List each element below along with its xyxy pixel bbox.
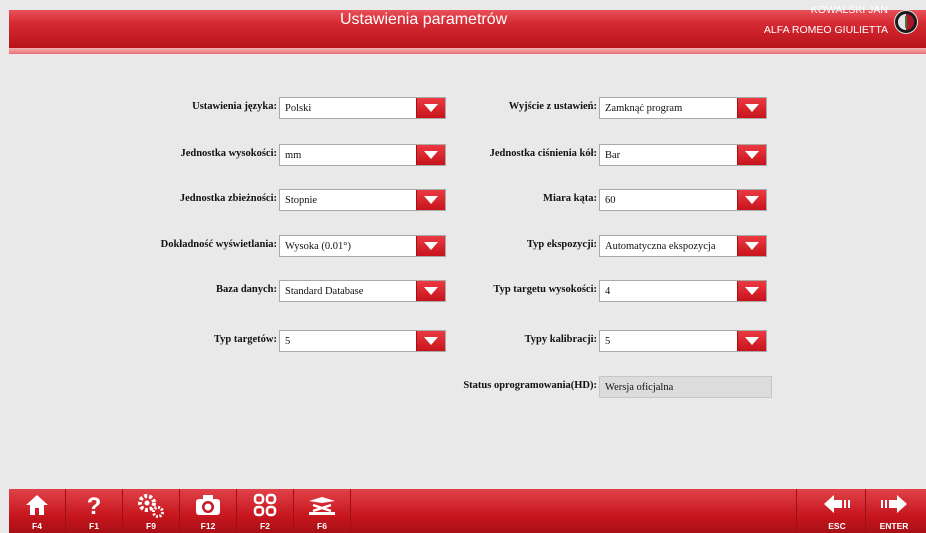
back-arrow-icon [809, 493, 865, 522]
setting-label: Miara kąta: [543, 193, 597, 204]
setting-label: Jednostka ciśnienia kół: [489, 148, 597, 159]
chevron-down-icon[interactable] [737, 98, 766, 118]
select-value: 60 [605, 195, 616, 206]
setting-label: Jednostka wysokości: [180, 148, 277, 159]
chevron-down-icon[interactable] [737, 281, 766, 301]
setting-label: Baza danych: [216, 284, 277, 295]
home-button[interactable]: F4 [9, 489, 66, 533]
pressure-unit-select[interactable]: Bar [599, 144, 767, 166]
setting-label: Typy kalibracji: [524, 334, 597, 345]
grid-button[interactable]: F2 [237, 489, 294, 533]
function-key-bar: F4 ? F1 F9 F12 F2 F6 ESC ENTER [9, 489, 926, 533]
setting-label: Typ ekspozycji: [526, 239, 597, 250]
lift-icon [294, 493, 350, 524]
status-label: Status oprogramowania(HD): [463, 380, 597, 391]
camera-button[interactable]: F12 [180, 489, 237, 533]
exit-select[interactable]: Zamknąć program [599, 97, 767, 119]
select-value: Polski [285, 103, 312, 114]
chevron-down-icon[interactable] [737, 331, 766, 351]
help-button[interactable]: ? F1 [66, 489, 123, 533]
setting-label: Typ targetów: [213, 334, 277, 345]
select-value: Wysoka (0.01°) [285, 241, 351, 252]
grid-icon [237, 493, 293, 524]
key-label: F6 [317, 521, 327, 531]
setting-row-language: Ustawienia języka: [9, 97, 277, 119]
footer-spacer [351, 489, 797, 533]
setting-row-precision: Dokładność wyświetlania: [9, 235, 277, 257]
esc-button[interactable]: ESC [809, 489, 866, 533]
forward-arrow-icon [866, 493, 922, 522]
vehicle-name: ALFA ROMEO GIULIETTA [763, 24, 888, 36]
setting-row-toe-unit: Jednostka zbieżności: [9, 189, 277, 211]
status-value: Wersja oficjalna [605, 382, 674, 393]
angle-measure-select[interactable]: 60 [599, 189, 767, 211]
key-label: F1 [89, 521, 99, 531]
select-value: 5 [285, 336, 291, 347]
setting-row-pressure-unit: Jednostka ciśnienia kół: [389, 144, 597, 166]
chevron-down-icon[interactable] [737, 236, 766, 256]
settings-panel: Ustawienia języka: Polski Jednostka wyso… [9, 54, 926, 489]
chevron-down-icon[interactable] [737, 190, 766, 210]
select-value: mm [285, 150, 302, 161]
software-status-field: Wersja oficjalna [599, 376, 772, 398]
setting-label: Dokładność wyświetlania: [160, 239, 277, 250]
setting-row-angle-measure: Miara kąta: [389, 189, 597, 211]
page-title: Ustawienia parametrów [340, 11, 508, 28]
setting-row-calibration: Typy kalibracji: [389, 330, 597, 352]
setting-row-exit: Wyjście z ustawień: [389, 97, 597, 119]
status-row: Status oprogramowania(HD): [389, 376, 597, 398]
help-icon: ? [86, 493, 102, 520]
setting-label: Ustawienia języka: [192, 101, 277, 112]
setting-row-target-type: Typ targetów: [9, 330, 277, 352]
settings-button[interactable]: F9 [123, 489, 180, 533]
select-value: Automatyczna ekspozycja [605, 241, 716, 252]
setting-row-height-unit: Jednostka wysokości: [9, 144, 277, 166]
setting-label: Jednostka zbieżności: [179, 193, 277, 204]
key-label: ESC [828, 521, 846, 531]
chevron-down-icon[interactable] [737, 145, 766, 165]
lift-button[interactable]: F6 [294, 489, 351, 533]
enter-button[interactable]: ENTER [866, 489, 922, 533]
key-label: F9 [146, 521, 156, 531]
key-label: F2 [260, 521, 270, 531]
home-icon [9, 493, 65, 524]
select-value: Stopnie [285, 195, 318, 206]
exposure-select[interactable]: Automatyczna ekspozycja [599, 235, 767, 257]
select-value: 5 [605, 336, 611, 347]
setting-label: Wyjście z ustawień: [508, 101, 597, 112]
select-value: Standard Database [285, 286, 364, 297]
alfa-romeo-logo-icon [894, 10, 918, 34]
select-value: Zamknąć program [605, 103, 683, 114]
setting-row-database: Baza danych: [9, 280, 277, 302]
setting-label: Typ targetu wysokości: [493, 284, 597, 295]
camera-icon [180, 493, 236, 524]
user-name: KOWALSKI JAN [810, 4, 888, 16]
calibration-select[interactable]: 5 [599, 330, 767, 352]
setting-row-exposure: Typ ekspozycji: [389, 235, 597, 257]
select-value: 4 [605, 286, 611, 297]
select-value: Bar [605, 150, 621, 161]
key-label: F4 [32, 521, 42, 531]
key-label: ENTER [879, 521, 909, 531]
height-target-select[interactable]: 4 [599, 280, 767, 302]
setting-row-height-target: Typ targetu wysokości: [389, 280, 597, 302]
key-label: F12 [200, 521, 216, 531]
